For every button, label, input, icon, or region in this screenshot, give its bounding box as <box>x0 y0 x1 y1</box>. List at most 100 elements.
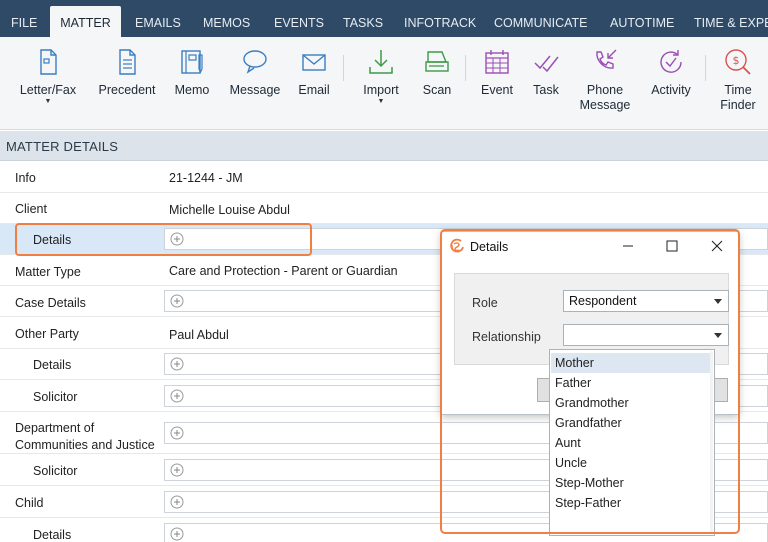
plus-circle-icon[interactable] <box>170 463 184 477</box>
dropdown-option-grandfather[interactable]: Grandfather <box>551 413 711 433</box>
other-party-value[interactable]: Paul Abdul <box>169 328 229 342</box>
download-icon <box>369 50 393 74</box>
plus-circle-icon[interactable] <box>170 426 184 440</box>
dropdown-option-step-father[interactable]: Step-Father <box>551 493 711 513</box>
phone-message-button[interactable]: Phone Message <box>578 47 632 113</box>
time-finder-button[interactable]: $ Time Finder <box>716 47 760 113</box>
scanner-icon <box>425 51 449 72</box>
relationship-select[interactable] <box>563 324 729 346</box>
activity-label: Activity <box>651 83 691 97</box>
dialog-titlebar[interactable]: Details <box>442 232 738 260</box>
tab-tasks[interactable]: TASKS <box>343 0 383 37</box>
matter-number-value: 21-1244 - JM <box>169 171 243 185</box>
memo-label: Memo <box>174 83 210 97</box>
phone-message-label: Message <box>579 98 631 112</box>
dropdown-option-grandmother[interactable]: Grandmother <box>551 393 711 413</box>
letter-fax-label: Letter/Fax <box>19 83 77 97</box>
role-selected-value: Respondent <box>569 294 637 308</box>
calendar-icon <box>485 50 509 74</box>
phone-icon <box>596 49 617 69</box>
import-label: Import <box>363 83 399 97</box>
dropdown-option-step-mother[interactable]: Step-Mother <box>551 473 711 493</box>
ribbon-separator <box>705 55 706 81</box>
relationship-dropdown-list: Mother Father Grandmother Grandfather Au… <box>549 349 715 536</box>
tab-time-expenses[interactable]: TIME & EXPEN <box>694 0 768 37</box>
row-label: Info <box>15 171 36 185</box>
activity-icon <box>660 50 682 73</box>
row-label: Matter Type <box>15 265 81 279</box>
chevron-down-icon <box>714 333 722 338</box>
dropdown-option-mother[interactable]: Mother <box>551 353 711 373</box>
activity-button[interactable]: Activity <box>647 47 695 98</box>
tab-infotrack[interactable]: INFOTRACK <box>404 0 476 37</box>
tab-memos[interactable]: MEMOS <box>203 0 250 37</box>
client-name-value[interactable]: Michelle Louise Abdul <box>169 203 290 217</box>
plus-circle-icon[interactable] <box>170 495 184 509</box>
row-label: Case Details <box>15 296 86 310</box>
chevron-down-icon: ▼ <box>44 98 52 105</box>
tab-communicate[interactable]: COMMUNICATE <box>494 0 588 37</box>
tab-autotime[interactable]: AUTOTIME <box>610 0 674 37</box>
role-select[interactable]: Respondent <box>563 290 729 312</box>
document-icon <box>40 49 57 75</box>
matter-type-value: Care and Protection - Parent or Guardian <box>169 264 398 278</box>
chevron-down-icon: ▼ <box>377 98 385 105</box>
task-check-icon <box>534 55 559 73</box>
role-label: Role <box>472 296 498 310</box>
dropdown-option-uncle[interactable]: Uncle <box>551 453 711 473</box>
minimize-icon[interactable] <box>620 238 636 254</box>
row-label-line2: Communities and Justice <box>15 438 155 452</box>
tab-matter[interactable]: MATTER <box>50 6 121 37</box>
task-label: Task <box>533 83 559 97</box>
letter-fax-button[interactable]: Letter/Fax ▼ <box>19 47 77 106</box>
maximize-icon[interactable] <box>664 238 680 254</box>
chat-bubble-icon <box>243 50 267 74</box>
ribbon-toolbar: Letter/Fax ▼ Precedent Memo Message Emai… <box>0 37 768 130</box>
import-button[interactable]: Import ▼ <box>359 47 403 106</box>
row-label: Client <box>15 202 47 216</box>
scan-button[interactable]: Scan <box>418 47 456 98</box>
section-title: MATTER DETAILS <box>6 139 119 154</box>
envelope-icon <box>302 54 326 71</box>
app-logo-icon <box>450 238 464 253</box>
finder-label: Finder <box>720 98 756 112</box>
tab-emails[interactable]: EMAILS <box>135 0 181 37</box>
precedent-button[interactable]: Precedent <box>98 47 156 98</box>
plus-circle-icon[interactable] <box>170 294 184 308</box>
memo-button[interactable]: Memo <box>170 47 214 98</box>
row-info: Info 21-1244 - JM <box>0 162 768 193</box>
dropdown-option-father[interactable]: Father <box>551 373 711 393</box>
event-button[interactable]: Event <box>477 47 517 98</box>
menu-tab-bar: FILE MATTER EMAILS MEMOS EVENTS TASKS IN… <box>0 0 768 37</box>
dropdown-option-aunt[interactable]: Aunt <box>551 433 711 453</box>
plus-circle-icon[interactable] <box>170 357 184 371</box>
scan-label: Scan <box>422 83 452 97</box>
phone-label: Phone <box>586 83 624 97</box>
row-label: Department of <box>15 421 95 435</box>
dialog-title: Details <box>470 240 509 254</box>
row-label: Solicitor <box>33 390 78 404</box>
time-label: Time <box>724 83 752 97</box>
plus-circle-icon[interactable] <box>170 527 184 541</box>
row-label: Other Party <box>15 327 79 341</box>
tab-events[interactable]: EVENTS <box>274 0 324 37</box>
ribbon-separator <box>465 55 466 81</box>
close-icon[interactable] <box>709 238 725 254</box>
message-label: Message <box>229 83 281 97</box>
dropdown-scrollbar[interactable] <box>710 351 713 534</box>
precedent-label: Precedent <box>98 83 156 97</box>
row-label: Child <box>15 496 44 510</box>
plus-circle-icon[interactable] <box>170 389 184 403</box>
time-finder-icon: $ <box>725 49 751 75</box>
event-label: Event <box>481 83 513 97</box>
message-button[interactable]: Message <box>228 47 282 98</box>
tab-file[interactable]: FILE <box>11 0 37 37</box>
row-label: Details <box>33 358 72 372</box>
email-label: Email <box>298 83 330 97</box>
task-button[interactable]: Task <box>529 47 563 98</box>
relationship-label: Relationship <box>472 330 541 344</box>
memo-icon <box>181 50 203 74</box>
svg-text:$: $ <box>733 54 740 67</box>
details-highlight <box>15 223 312 256</box>
email-button[interactable]: Email <box>294 47 334 98</box>
